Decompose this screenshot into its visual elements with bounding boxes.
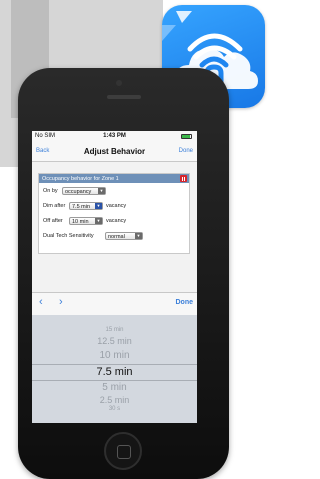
picker-selected-option[interactable]: 7.5 min [32,366,197,378]
front-camera [116,80,122,86]
status-bar: No SIM 1:43 PM [32,131,197,142]
picker-option[interactable]: 5 min [32,382,197,393]
dim-after-value: 7.5 min [72,203,91,210]
picker-option[interactable]: 30 s [32,406,197,412]
trash-icon[interactable] [180,175,187,182]
dropdown-arrow-icon: ▼ [95,218,102,224]
picker-option[interactable]: 15 min [32,327,197,333]
off-after-label: Off after [43,218,63,224]
picker-selection-bottom [32,380,197,381]
page-title: Adjust Behavior [83,147,146,156]
dim-after-select[interactable]: 7.5 min ▼ [69,202,103,210]
time-picker[interactable]: 15 min 12.5 min 10 min 7.5 min 5 min 2.5… [32,315,197,423]
occupancy-behavior-card: Occupancy behavior for Zone 1 On by occu… [38,173,190,254]
picker-option[interactable]: 10 min [32,350,197,361]
dropdown-arrow-icon: ▼ [98,188,105,194]
dropdown-arrow-icon: ▼ [95,203,102,209]
phone-screen: No SIM 1:43 PM Back Adjust Behavior Done… [32,131,197,423]
dim-after-label: Dim after [43,203,66,209]
off-after-select[interactable]: 10 min ▼ [69,217,103,225]
battery-icon [181,134,192,139]
on-by-label: On by [43,188,58,194]
picker-selection-top [32,364,197,365]
home-button[interactable] [104,432,142,470]
card-header: Occupancy behavior for Zone 1 [39,174,189,183]
done-button[interactable]: Done [179,148,193,154]
off-after-value: 10 min [72,218,89,225]
picker-option[interactable]: 2.5 min [32,395,197,405]
picker-done-button[interactable]: Done [176,299,194,306]
dropdown-arrow-icon: ▼ [135,233,142,239]
on-by-value: occupancy [65,188,92,195]
status-time: 1:43 PM [103,133,126,139]
card-title: Occupancy behavior for Zone 1 [42,175,119,182]
on-by-select[interactable]: occupancy ▼ [62,187,106,195]
picker-toolbar: ‹ › Done [32,292,197,316]
sensitivity-value: normal [108,233,125,240]
dim-after-suffix: vacancy [106,203,127,209]
navigation-bar: Back Adjust Behavior Done [32,142,197,162]
chevron-right-icon[interactable]: › [59,296,63,308]
sensitivity-label: Dual Tech Sensitivity [43,233,94,239]
sensitivity-select[interactable]: normal ▼ [105,232,143,240]
chevron-left-icon[interactable]: ‹ [39,296,43,308]
off-after-suffix: vacancy [106,218,127,224]
speaker-grille [107,95,141,99]
picker-option[interactable]: 12.5 min [32,336,197,346]
